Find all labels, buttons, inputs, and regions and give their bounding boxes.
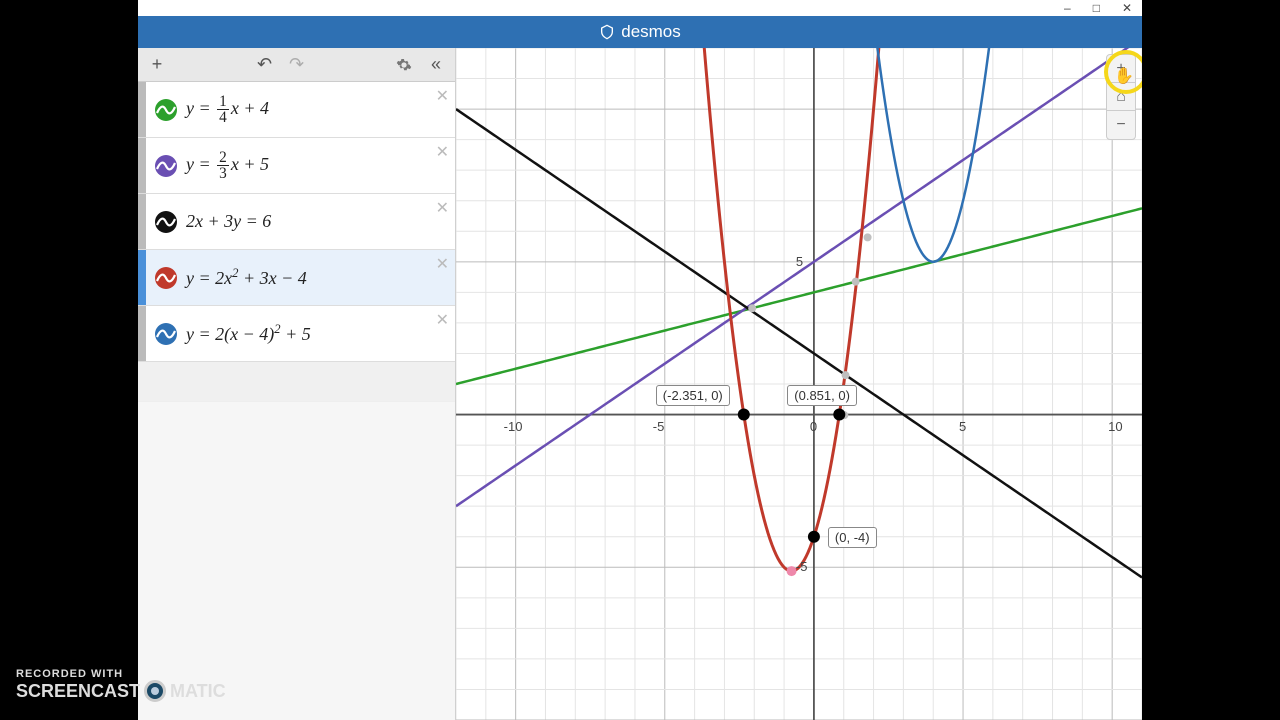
watermark-line1: RECORDED WITH — [16, 668, 226, 680]
maximize-button[interactable]: □ — [1093, 2, 1100, 14]
zoom-home-button[interactable]: ⌂ — [1107, 83, 1135, 111]
screencast-watermark: RECORDED WITH SCREENCAST MATIC — [16, 668, 226, 702]
undo-button[interactable]: ↶ — [252, 52, 278, 78]
empty-expression-row[interactable] — [138, 362, 455, 402]
expression-row[interactable]: y = 23x + 5✕ — [138, 138, 455, 194]
point-label: (0.851, 0) — [787, 385, 857, 406]
titlebar: desmos — [138, 16, 1142, 48]
expression-row[interactable]: y = 2(x − 4)2 + 5✕ — [138, 306, 455, 362]
app-window: – □ ✕ desmos + ↶ ↷ « y = 14x + 4✕y = 23x… — [138, 0, 1142, 720]
zoom-out-button[interactable]: − — [1107, 111, 1135, 139]
x-tick-label: -5 — [653, 419, 665, 434]
delete-expression-button[interactable]: ✕ — [436, 86, 449, 106]
zoom-in-button[interactable]: + — [1107, 55, 1135, 83]
expression-color-toggle[interactable] — [154, 322, 178, 346]
x-tick-label: 5 — [959, 419, 966, 434]
collapse-panel-button[interactable]: « — [423, 52, 449, 78]
expression-panel: + ↶ ↷ « y = 14x + 4✕y = 23x + 5✕2x + 3y … — [138, 48, 456, 720]
delete-expression-button[interactable]: ✕ — [436, 198, 449, 218]
settings-button[interactable] — [391, 52, 417, 78]
y-tick-label: -5 — [796, 559, 808, 574]
expression-color-toggle[interactable] — [154, 154, 178, 178]
delete-expression-button[interactable]: ✕ — [436, 142, 449, 162]
point-label: (0, -4) — [828, 527, 877, 548]
minimize-button[interactable]: – — [1064, 2, 1071, 14]
graph-canvas[interactable]: + ⌂ − ✋ -10-50510-55(-2.351, 0)(0.851, 0… — [456, 48, 1142, 720]
delete-expression-button[interactable]: ✕ — [436, 310, 449, 330]
expression-input[interactable]: y = 2(x − 4)2 + 5 — [186, 318, 455, 349]
close-button[interactable]: ✕ — [1122, 2, 1132, 14]
expression-input[interactable]: y = 23x + 5 — [186, 146, 455, 186]
expression-input[interactable]: y = 2x2 + 3x − 4 — [186, 262, 455, 293]
window-chrome: – □ ✕ — [138, 0, 1142, 16]
expression-list: y = 14x + 4✕y = 23x + 5✕2x + 3y = 6✕y = … — [138, 82, 455, 720]
expression-color-toggle[interactable] — [154, 210, 178, 234]
zoom-controls: + ⌂ − — [1106, 54, 1136, 140]
delete-expression-button[interactable]: ✕ — [436, 254, 449, 274]
x-tick-label: 0 — [810, 419, 817, 434]
add-expression-button[interactable]: + — [144, 52, 170, 78]
expression-row[interactable]: y = 2x2 + 3x − 4✕ — [138, 250, 455, 306]
point-label: (-2.351, 0) — [656, 385, 730, 406]
brand-text: desmos — [621, 22, 681, 42]
expression-row[interactable]: y = 14x + 4✕ — [138, 82, 455, 138]
expression-color-toggle[interactable] — [154, 98, 178, 122]
expression-color-toggle[interactable] — [154, 266, 178, 290]
x-tick-label: -10 — [504, 419, 523, 434]
expression-input[interactable]: 2x + 3y = 6 — [186, 207, 455, 236]
watermark-orb-icon — [144, 680, 166, 702]
panel-toolbar: + ↶ ↷ « — [138, 48, 455, 82]
x-tick-label: 10 — [1108, 419, 1122, 434]
expression-input[interactable]: y = 14x + 4 — [186, 90, 455, 130]
y-tick-label: 5 — [796, 254, 803, 269]
desmos-logo-icon — [599, 24, 615, 40]
watermark-line2: SCREENCAST MATIC — [16, 680, 226, 702]
gear-icon — [396, 57, 412, 73]
expression-row[interactable]: 2x + 3y = 6✕ — [138, 194, 455, 250]
redo-button[interactable]: ↷ — [284, 52, 310, 78]
